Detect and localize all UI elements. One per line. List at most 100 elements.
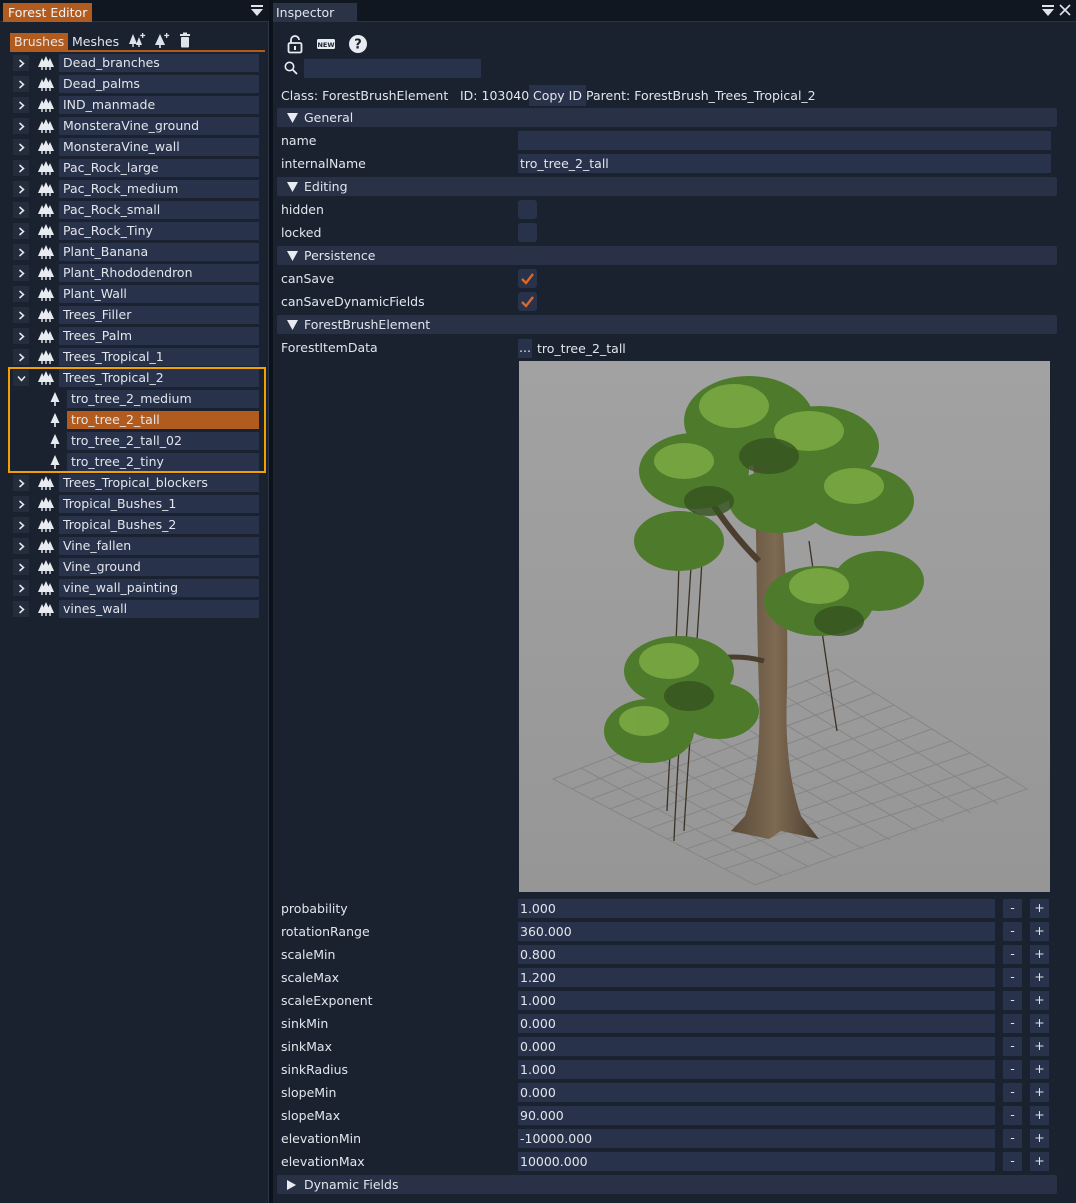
prop-value-field[interactable]: 0.000 — [518, 1083, 995, 1102]
tree-item-element[interactable]: tro_tree_2_tall — [13, 411, 265, 429]
decrement-button[interactable]: - — [1003, 968, 1022, 987]
tree-item-brush[interactable]: Pac_Rock_large — [13, 159, 265, 177]
chevron-right-icon[interactable] — [13, 202, 29, 218]
tree-item-brush[interactable]: Tropical_Bushes_2 — [13, 516, 265, 534]
increment-button[interactable]: + — [1030, 1106, 1049, 1125]
tree-item-brush[interactable]: Plant_Wall — [13, 285, 265, 303]
copy-id-button[interactable]: Copy ID — [529, 85, 586, 106]
chevron-right-icon[interactable] — [13, 517, 29, 533]
section-editing[interactable]: Editing — [277, 177, 1057, 196]
chevron-right-icon[interactable] — [13, 181, 29, 197]
decrement-button[interactable]: - — [1003, 1106, 1022, 1125]
chevron-right-icon[interactable] — [13, 286, 29, 302]
increment-button[interactable]: + — [1030, 1129, 1049, 1148]
tree-item-element[interactable]: tro_tree_2_tiny — [13, 453, 265, 471]
increment-button[interactable]: + — [1030, 968, 1049, 987]
mesh-preview-viewport[interactable] — [519, 361, 1050, 892]
chevron-right-icon[interactable] — [13, 349, 29, 365]
decrement-button[interactable]: - — [1003, 1014, 1022, 1033]
chevron-right-icon[interactable] — [13, 475, 29, 491]
new-icon[interactable]: NEW — [316, 34, 336, 54]
increment-button[interactable]: + — [1030, 945, 1049, 964]
tree-item-brush[interactable]: Dead_palms — [13, 75, 265, 93]
tree-item-brush[interactable]: vines_wall — [13, 600, 265, 618]
increment-button[interactable]: + — [1030, 1014, 1049, 1033]
chevron-right-icon[interactable] — [13, 328, 29, 344]
tree-item-element[interactable]: tro_tree_2_medium — [13, 390, 265, 408]
decrement-button[interactable]: - — [1003, 899, 1022, 918]
increment-button[interactable]: + — [1030, 899, 1049, 918]
chevron-right-icon[interactable] — [13, 160, 29, 176]
prop-value-field[interactable]: 1.000 — [518, 1060, 995, 1079]
chevron-down-icon[interactable] — [13, 370, 29, 386]
prop-value-field[interactable]: -10000.000 — [518, 1129, 995, 1148]
tree-item-brush[interactable]: Trees_Tropical_2 — [13, 369, 265, 387]
lock-icon[interactable] — [285, 34, 305, 54]
increment-button[interactable]: + — [1030, 1083, 1049, 1102]
name-field[interactable] — [518, 131, 1051, 150]
decrement-button[interactable]: - — [1003, 1152, 1022, 1171]
panel-menu-icon[interactable] — [251, 5, 263, 17]
tree-item-brush[interactable]: MonsteraVine_ground — [13, 117, 265, 135]
decrement-button[interactable]: - — [1003, 1129, 1022, 1148]
forest-editor-title[interactable]: Forest Editor — [3, 3, 93, 22]
chevron-right-icon[interactable] — [13, 55, 29, 71]
decrement-button[interactable]: - — [1003, 1083, 1022, 1102]
tree-item-brush[interactable]: Vine_fallen — [13, 537, 265, 555]
trash-icon[interactable] — [176, 32, 194, 48]
search-input[interactable] — [304, 59, 481, 78]
tree-item-element[interactable]: tro_tree_2_tall_02 — [13, 432, 265, 450]
decrement-button[interactable]: - — [1003, 945, 1022, 964]
prop-value-field[interactable]: 1.200 — [518, 968, 995, 987]
prop-value-field[interactable]: 0.000 — [518, 1014, 995, 1033]
increment-button[interactable]: + — [1030, 1037, 1049, 1056]
internal-name-field[interactable]: tro_tree_2_tall — [518, 154, 1051, 173]
decrement-button[interactable]: - — [1003, 1037, 1022, 1056]
locked-checkbox[interactable] — [518, 223, 537, 242]
tree-item-brush[interactable]: Pac_Rock_Tiny — [13, 222, 265, 240]
forest-add-icon[interactable] — [128, 32, 146, 48]
chevron-right-icon[interactable] — [13, 538, 29, 554]
increment-button[interactable]: + — [1030, 922, 1049, 941]
tree-item-brush[interactable]: Plant_Banana — [13, 243, 265, 261]
can-save-dynamic-checkbox[interactable] — [518, 292, 537, 311]
decrement-button[interactable]: - — [1003, 1060, 1022, 1079]
tree-item-brush[interactable]: Trees_Filler — [13, 306, 265, 324]
tree-item-brush[interactable]: IND_manmade — [13, 96, 265, 114]
tree-item-brush[interactable]: MonsteraVine_wall — [13, 138, 265, 156]
prop-value-field[interactable]: 90.000 — [518, 1106, 995, 1125]
section-persistence[interactable]: Persistence — [277, 246, 1057, 265]
section-forest-brush-element[interactable]: ForestBrushElement — [277, 315, 1057, 334]
section-dynamic-fields[interactable]: Dynamic Fields — [277, 1175, 1057, 1194]
chevron-right-icon[interactable] — [13, 76, 29, 92]
chevron-right-icon[interactable] — [13, 244, 29, 260]
tab-meshes[interactable]: Meshes — [68, 33, 123, 51]
panel-menu-icon[interactable] — [1042, 5, 1054, 17]
decrement-button[interactable]: - — [1003, 922, 1022, 941]
increment-button[interactable]: + — [1030, 1152, 1049, 1171]
prop-value-field[interactable]: 10000.000 — [518, 1152, 995, 1171]
tree-item-brush[interactable]: Trees_Palm — [13, 327, 265, 345]
help-icon[interactable]: ? — [348, 34, 368, 54]
tree-item-brush[interactable]: vine_wall_painting — [13, 579, 265, 597]
tree-item-brush[interactable]: Trees_Tropical_1 — [13, 348, 265, 366]
section-general[interactable]: General — [277, 108, 1057, 127]
browse-button[interactable]: ... — [518, 339, 532, 358]
decrement-button[interactable]: - — [1003, 991, 1022, 1010]
chevron-right-icon[interactable] — [13, 559, 29, 575]
tab-brushes[interactable]: Brushes — [10, 33, 69, 51]
tree-item-brush[interactable]: Tropical_Bushes_1 — [13, 495, 265, 513]
tree-item-brush[interactable]: Vine_ground — [13, 558, 265, 576]
inspector-title[interactable]: Inspector — [273, 3, 357, 22]
chevron-right-icon[interactable] — [13, 601, 29, 617]
chevron-right-icon[interactable] — [13, 265, 29, 281]
chevron-right-icon[interactable] — [13, 139, 29, 155]
tree-item-brush[interactable]: Trees_Tropical_blockers — [13, 474, 265, 492]
prop-value-field[interactable]: 0.000 — [518, 1037, 995, 1056]
tree-item-brush[interactable]: Dead_branches — [13, 54, 265, 72]
tree-item-brush[interactable]: Pac_Rock_medium — [13, 180, 265, 198]
tree-item-brush[interactable]: Pac_Rock_small — [13, 201, 265, 219]
close-icon[interactable] — [1058, 3, 1072, 17]
chevron-right-icon[interactable] — [13, 97, 29, 113]
tree-add-icon[interactable] — [153, 32, 171, 48]
